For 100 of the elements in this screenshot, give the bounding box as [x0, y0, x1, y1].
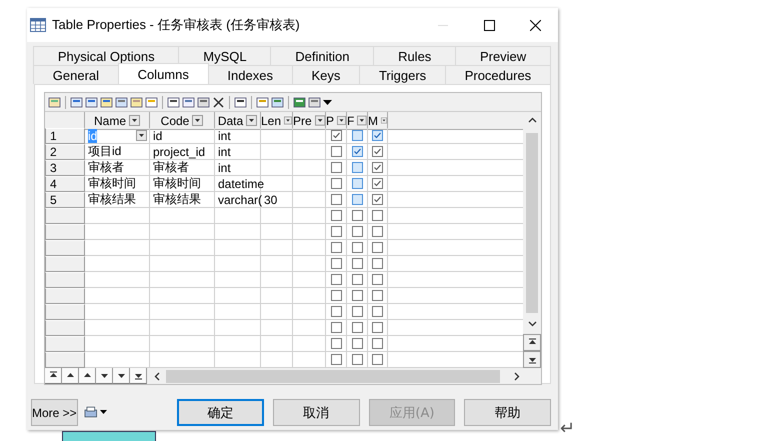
checkbox[interactable]	[352, 194, 362, 205]
column-header[interactable]: Pre	[293, 112, 326, 130]
checkbox[interactable]	[372, 338, 383, 349]
checkbox[interactable]	[372, 178, 383, 189]
column-header[interactable]: Name	[85, 112, 150, 130]
tab[interactable]: Procedures	[444, 65, 551, 84]
checkbox[interactable]	[352, 210, 362, 221]
checkbox[interactable]	[330, 210, 342, 221]
spreadsheet-icon[interactable]	[293, 96, 306, 108]
checkbox[interactable]	[372, 290, 383, 301]
scroll-bottom-down-icon[interactable]	[528, 355, 536, 364]
checkbox[interactable]	[352, 290, 362, 301]
dropdown-icon[interactable]	[246, 115, 258, 126]
column-header[interactable]: F	[347, 112, 368, 130]
column-header[interactable]: P	[326, 112, 347, 130]
dropdown-icon[interactable]	[192, 115, 204, 126]
tab[interactable]: Preview	[455, 46, 551, 65]
move-bottom-down-icon[interactable]	[134, 371, 142, 380]
table-cell: 30	[261, 192, 293, 208]
checkbox[interactable]	[330, 146, 342, 157]
checkbox[interactable]	[352, 354, 362, 365]
checkbox[interactable]	[372, 258, 383, 269]
checkbox[interactable]	[352, 306, 362, 317]
checkbox[interactable]	[352, 258, 362, 269]
checkbox[interactable]	[352, 226, 362, 237]
dropdown-icon[interactable]	[129, 115, 140, 126]
table-cell: 审核结果	[150, 192, 215, 208]
checkbox[interactable]	[372, 306, 383, 317]
checkbox[interactable]	[352, 274, 362, 285]
dialog-button[interactable]: 取消	[272, 399, 360, 426]
column-header[interactable]: Data	[215, 112, 261, 130]
tab[interactable]: Triggers	[359, 65, 446, 84]
dropdown-icon[interactable]	[136, 130, 147, 141]
dropdown-icon[interactable]	[314, 115, 325, 126]
checkbox[interactable]	[330, 178, 342, 189]
checkbox[interactable]	[330, 130, 342, 141]
checkbox[interactable]	[372, 274, 383, 285]
column-header[interactable]: Code	[150, 112, 215, 130]
caret-icon[interactable]	[323, 98, 332, 106]
checkbox[interactable]	[330, 338, 342, 349]
checkbox[interactable]	[330, 290, 342, 301]
dropdown-icon[interactable]	[381, 115, 387, 126]
checkbox[interactable]	[352, 146, 362, 157]
checkbox[interactable]	[372, 130, 383, 141]
checkbox[interactable]	[352, 178, 362, 189]
checkbox[interactable]	[330, 306, 342, 317]
checkbox[interactable]	[352, 130, 362, 141]
checkbox[interactable]	[330, 354, 342, 365]
tab[interactable]: General	[33, 65, 119, 84]
checkbox[interactable]	[372, 242, 383, 253]
printer-icon[interactable]	[84, 406, 98, 419]
move-top-icon[interactable]	[48, 371, 58, 380]
scroll-right-icon[interactable]	[512, 372, 521, 380]
dialog-button[interactable]: 确定	[177, 399, 264, 426]
close-icon[interactable]	[530, 20, 540, 30]
horizontal-scrollbar[interactable]	[166, 370, 500, 382]
checkbox[interactable]	[372, 226, 383, 237]
checkbox[interactable]	[372, 354, 383, 365]
more-button[interactable]: More >>	[31, 399, 78, 426]
checkbox[interactable]	[330, 274, 342, 285]
move-up-icon[interactable]	[82, 371, 92, 380]
scroll-up-icon[interactable]	[528, 116, 536, 125]
dropdown-icon[interactable]	[284, 115, 292, 126]
checkbox[interactable]	[352, 338, 362, 349]
tab[interactable]: Keys	[292, 65, 360, 84]
column-header[interactable]: M	[368, 112, 388, 130]
scroll-top-icon[interactable]	[528, 338, 536, 347]
tab[interactable]: Columns	[118, 63, 209, 85]
table-cell	[261, 272, 293, 288]
checkbox[interactable]	[352, 162, 362, 173]
scroll-down-icon[interactable]	[528, 319, 536, 328]
checkbox[interactable]	[330, 226, 342, 237]
tab[interactable]: MySQL	[178, 46, 272, 65]
delete-icon[interactable]	[212, 96, 225, 108]
checkbox[interactable]	[352, 242, 362, 253]
checkbox[interactable]	[372, 194, 383, 205]
dropdown-icon[interactable]	[357, 115, 367, 126]
caret-icon[interactable]	[100, 410, 108, 415]
checkbox[interactable]	[330, 258, 342, 269]
maximize-icon[interactable]	[484, 20, 494, 30]
checkbox[interactable]	[330, 242, 342, 253]
checkbox[interactable]	[372, 146, 383, 157]
checkbox[interactable]	[352, 322, 362, 333]
move-down-icon[interactable]	[100, 371, 108, 380]
checkbox[interactable]	[330, 194, 342, 205]
scroll-left-icon[interactable]	[153, 372, 162, 380]
dropdown-icon[interactable]	[337, 115, 346, 126]
dialog-button[interactable]: 帮助	[464, 399, 551, 426]
checkbox[interactable]	[330, 322, 342, 333]
tab[interactable]: Physical Options	[33, 46, 180, 65]
checkbox[interactable]	[372, 322, 383, 333]
column-header[interactable]: Len	[261, 112, 293, 130]
checkbox[interactable]	[372, 210, 383, 221]
scrollbar-thumb[interactable]	[526, 133, 538, 313]
checkbox[interactable]	[372, 162, 383, 173]
checkbox[interactable]	[330, 162, 342, 173]
table-cell	[150, 288, 215, 304]
table-cell: int	[215, 128, 261, 144]
page-down-icon[interactable]	[116, 371, 126, 380]
page-up-icon[interactable]	[66, 371, 74, 380]
